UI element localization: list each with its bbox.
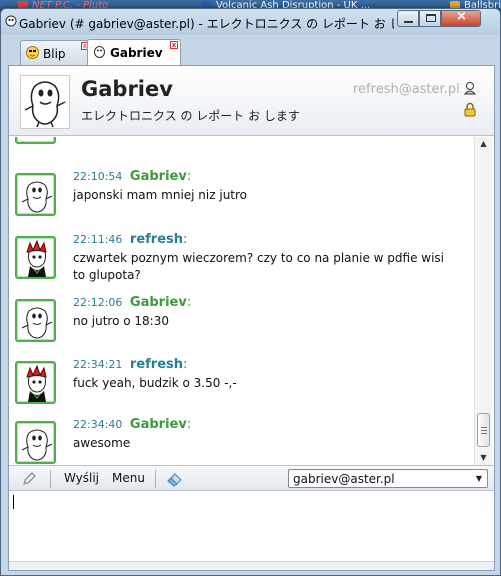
message-text: fuck yeah, budzik o 3.50 -,- [73,376,237,390]
eraser-icon[interactable] [166,471,184,487]
window-controls: × [397,9,481,28]
message-time: 22:34:21 [73,358,123,371]
message-text: czwartek poznym wieczorem? czy to co na … [73,251,445,282]
window-title: Gabriev (# gabriev@aster.pl) - エレクトロニクス … [19,17,394,31]
tab-strip: Blip x Gabriev x [8,35,495,65]
message-time: 22:12:06 [73,296,123,309]
minimize-icon [404,21,413,23]
message-nick[interactable]: refresh [130,232,183,247]
message-header: 22:10:54 Gabriev: [73,169,192,184]
ghost-avatar-icon [24,81,66,128]
message-text: no jutro o 18:30 [73,314,169,328]
ghost-avatar-icon [21,181,53,213]
message-header: 22:11:46 refresh: [73,232,188,247]
message-item: 22:34:21 refresh: fuck yeah, budzik o 3.… [9,357,474,417]
contact-header: Gabriev エレクトロニクス の レポート お します refresh@as… [9,66,494,136]
message-avatar [15,173,56,216]
close-button[interactable]: × [441,9,481,27]
toolbar-divider [155,470,156,488]
text-caret [13,495,14,509]
message-header: 22:34:40 Gabriev: [73,417,192,432]
message-text: awesome [73,436,131,450]
tab-blip[interactable]: Blip x [20,40,92,65]
message-item: 22:12:06 Gabriev: no jutro o 18:30 [9,295,474,355]
contact-avatar[interactable] [20,75,70,129]
maximize-icon [426,14,436,22]
title-bar[interactable]: Gabriev (# gabriev@aster.pl) - エレクトロニクス … [1,9,500,35]
contact-status: エレクトロニクス の レポート お します [81,109,300,123]
pen-icon[interactable] [21,471,37,487]
toolbar-divider [50,470,51,488]
message-header: 22:34:21 refresh: [73,357,188,372]
message-header: 22:12:06 Gabriev: [73,295,192,310]
spiky-hair-avatar-icon [26,240,47,277]
account-select-value: gabriev@aster.pl [293,472,395,486]
message-input[interactable] [9,491,494,561]
ghost-avatar-icon [21,429,53,461]
lock-icon[interactable] [463,102,477,117]
message-avatar [15,299,56,342]
message-avatar [15,421,56,464]
tab-label: Gabriev [110,46,163,60]
compose-toolbar: Wyślij Menu gabriev@aster.pl ▼ [9,465,494,491]
message-scrollbar[interactable]: ▲ ▼ [474,137,492,465]
message-list[interactable]: 22:10:54 Gabriev: japonski mam mniej niz… [9,137,494,465]
message-nick[interactable]: Gabriev [130,295,187,310]
minimize-button[interactable] [397,10,419,27]
scroll-thumb[interactable] [477,413,490,447]
ghost-avatar-icon [21,307,53,339]
scroll-up-arrow-icon[interactable]: ▲ [475,137,492,151]
message-time: 22:10:54 [73,170,123,183]
blip-icon [26,46,39,59]
message-item: 22:34:40 Gabriev: awesome [9,417,474,465]
spiky-hair-avatar-icon [26,365,47,402]
send-button[interactable]: Wyślij [64,471,99,485]
message-time: 22:11:46 [73,233,123,246]
tab-close-icon[interactable]: x [170,41,178,49]
message-item: 22:10:54 Gabriev: japonski mam mniej niz… [9,169,474,229]
tab-label: Blip [43,47,66,61]
resize-handle[interactable] [9,561,494,570]
chat-window: Gabriev (# gabriev@aster.pl) - エレクトロニクス … [0,8,501,576]
scroll-down-arrow-icon[interactable]: ▼ [475,451,492,465]
close-icon: × [456,9,467,24]
message-avatar [15,137,56,144]
message-item: 22:11:46 refresh: czwartek poznym wieczo… [9,232,474,292]
contact-icon [94,46,105,58]
account-select[interactable]: gabriev@aster.pl ▼ [288,469,488,488]
message-avatar [15,361,56,404]
app-icon [5,15,17,27]
message-nick[interactable]: refresh [130,357,183,372]
message-nick[interactable]: Gabriev [130,169,187,184]
conversation-panel: Gabriev エレクトロニクス の レポート お します refresh@as… [8,65,495,571]
tab-gabriev[interactable]: Gabriev x [87,39,181,65]
account-label: refresh@aster.pl [353,82,460,97]
message-avatar [15,236,56,279]
user-info-icon[interactable] [463,81,477,95]
chevron-down-icon[interactable]: ▼ [472,471,486,486]
message-nick[interactable]: Gabriev [130,417,187,432]
message-text: japonski mam mniej niz jutro [73,188,248,202]
message-time: 22:34:40 [73,418,123,431]
menu-button[interactable]: Menu [112,471,145,485]
maximize-button[interactable] [419,10,441,27]
contact-name: Gabriev [81,77,173,101]
